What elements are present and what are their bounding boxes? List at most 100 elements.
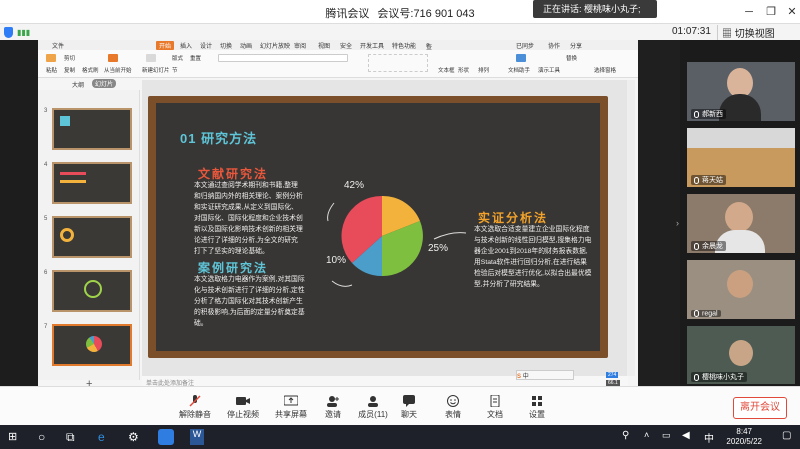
video-tile[interactable]: 樱桃味小丸子 [687,326,795,384]
word-icon[interactable]: W [190,429,204,445]
menu-slideshow[interactable]: 幻灯片放映 [260,41,290,50]
pie-label-25: 25% [428,243,449,254]
meeting-info-bar: ▮▮▮ 01:07:31 ▦ 切换视图 [0,24,800,40]
slide-thumbnail-5[interactable] [52,216,132,258]
ime-toolbar[interactable]: S 中 [516,370,574,380]
play-icon[interactable] [108,54,118,62]
paste-label: 粘贴 [46,68,58,74]
slide-frame: 01 研究方法 文献研究法 本文通过查阅学术期刊和书籍,整理和归纳国内外的相关理… [148,96,608,358]
reset-button[interactable]: 重置 [190,54,201,62]
menu-security[interactable]: 安全 [340,41,352,50]
slide-number: 4 [44,162,48,168]
start-from-current-label: 从当前开始 [104,68,132,74]
participant-name: 余晨龙 [691,241,726,251]
synced-status: 已同步 [516,44,535,50]
chevron-right-icon[interactable]: › [676,218,679,228]
doc-assistant-icon[interactable] [516,54,526,62]
layout-button[interactable]: 版式 [172,54,183,62]
presentation-tools-button[interactable]: 演示工具 [538,66,560,74]
shield-icon[interactable] [4,27,13,38]
menu-transition[interactable]: 切换 [220,41,232,50]
leave-meeting-button[interactable]: 离开会议 [733,397,787,419]
chevron-up-icon[interactable]: ˄ [644,430,649,440]
tencent-meeting-window: 腾讯会议 会议号:716 901 043 正在讲话: 樱桃味小丸子; ─ ❐ ✕ … [0,0,800,449]
network-icon[interactable]: ▭ [662,430,671,441]
slide-thumbnail-7[interactable] [52,324,132,366]
menu-devtools[interactable]: 开发工具 [360,41,384,50]
task-view-icon[interactable]: ⧉ [66,430,75,445]
search-icon[interactable]: ○ [38,430,45,444]
notification-icon[interactable]: ▢ [782,430,791,441]
grid-icon: ▦ [722,29,735,40]
menu-insert[interactable]: 插入 [180,41,192,50]
selection-pane-button[interactable]: 选择窗格 [594,66,616,74]
vertical-scrollbar[interactable] [627,80,635,376]
replace-button[interactable]: 替换 [566,54,577,62]
slide-thumbnail-3[interactable] [52,108,132,150]
menu-design[interactable]: 设计 [200,41,212,50]
arrow-line [433,232,467,240]
participant-name: 郝新西 [691,109,726,119]
video-tile[interactable]: 余晨龙 [687,194,795,253]
menu-file[interactable]: 文件 [52,41,64,50]
paste-icon[interactable] [46,54,56,62]
docs-button[interactable]: 文档 [472,395,518,420]
stop-video-button[interactable]: 停止视频 [220,395,266,420]
menu-animation[interactable]: 动画 [240,41,252,50]
section-button[interactable]: 节 [172,66,178,74]
taskbar-clock[interactable]: 8:47 2020/5/22 [726,427,762,447]
person-icon[interactable]: ⚲ [622,430,629,441]
settings-gear-icon[interactable]: ⚙ [128,430,139,444]
tencent-meeting-taskbar-icon[interactable] [158,429,174,445]
font-format-row[interactable] [218,65,348,73]
format-painter-button[interactable]: 格式刷 [82,66,99,74]
mic-icon [694,176,699,184]
signal-icon: ▮▮▮ [17,28,31,37]
arrange-button[interactable]: 排列 [478,66,489,74]
collaborate-button[interactable]: 协作 [548,41,560,50]
volume-icon[interactable]: ◀ [682,430,690,441]
tab-outline[interactable]: 大纲 [72,80,84,89]
chat-button[interactable]: 聊天 [386,395,432,420]
new-slide-icon[interactable] [146,54,156,62]
share-screen-button[interactable]: 共享屏幕 [268,395,314,420]
meeting-id-label: 会议号: [377,8,414,20]
video-tile[interactable]: 蒋天姑 [687,128,795,187]
settings-button[interactable]: 设置 [514,395,560,420]
switch-view-button[interactable]: ▦ 切换视图 [717,25,779,40]
ime-indicator[interactable]: 中 [704,430,714,445]
cut-button[interactable]: 剪切 [64,54,75,62]
paragraph-tools[interactable] [368,54,428,72]
slide-thumbnail-4[interactable] [52,162,132,204]
restore-button[interactable]: ❐ [760,3,782,21]
new-slide-label: 新建幻灯片 [142,68,170,74]
font-selector[interactable] [218,54,348,62]
speaking-indicator: 正在讲话: 樱桃味小丸子; [533,0,657,18]
menu-features[interactable]: 特色功能 [392,41,416,50]
menu-home[interactable]: 开始 [156,41,175,50]
unmute-button[interactable]: 解除静音 [172,395,218,420]
share-button[interactable]: 分享 [570,41,582,50]
panel-tabs: 大纲 幻灯片 [38,78,138,90]
mic-icon [694,110,699,118]
menu-review[interactable]: 审阅 [294,41,306,50]
tab-slides[interactable]: 幻灯片 [92,79,117,88]
textbox-button[interactable]: 文本框 [438,66,455,74]
wps-ribbon: 粘贴 剪切 复制 格式刷 从当前开始 新建幻灯片 版式 节 重置 文本框 形状 … [38,50,638,78]
windows-start-icon[interactable]: ⊞ [8,430,17,443]
chat-icon [403,395,415,407]
video-tile[interactable]: 郝新西 [687,62,795,121]
minimize-button[interactable]: ─ [738,3,760,21]
share-screen-icon [284,395,298,406]
participant-name: 蒋天姑 [691,175,726,185]
emoji-button[interactable]: 表情 [430,395,476,420]
menu-view[interactable]: 视图 [318,41,330,50]
meeting-timer: 01:07:31 [672,26,711,37]
shape-button[interactable]: 形状 [458,66,469,74]
participant-name: 樱桃味小丸子 [691,372,747,382]
slide-thumbnail-6[interactable] [52,270,132,312]
video-tile[interactable]: regal [687,260,795,319]
close-button[interactable]: ✕ [781,3,800,21]
edge-icon[interactable]: e [98,430,105,444]
copy-button[interactable]: 复制 [64,66,75,74]
